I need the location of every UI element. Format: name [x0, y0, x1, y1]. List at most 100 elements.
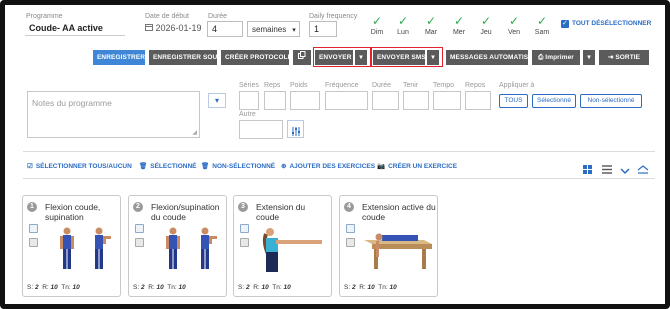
frequency-input[interactable] [325, 91, 368, 110]
plus-circle-icon: ⊕ [281, 163, 287, 170]
day-toggle-ven[interactable]: ✓ Ven [500, 15, 528, 36]
send-dropdown-button[interactable]: ▾ [355, 50, 367, 65]
check-icon: ✓ [480, 14, 492, 28]
notes-textarea[interactable]: Notes du programme ◢ [27, 91, 200, 138]
trash-icon: 🗑 [139, 163, 148, 170]
day-toggle-mar[interactable]: ✓ Mar [417, 15, 445, 36]
apply-to-label: Appliquer à [499, 82, 535, 89]
add-note-icon[interactable] [240, 224, 249, 233]
check-icon: ✓ [397, 14, 409, 28]
trash-icon[interactable] [240, 238, 249, 247]
weight-input[interactable] [290, 91, 320, 110]
day-label: Lun [397, 29, 409, 36]
copy-button[interactable] [293, 50, 311, 65]
exercise-card[interactable]: 2 Flexion/supination du coude S: 2 R: 10… [128, 195, 227, 297]
select-all-label: SÉLECTIONNER TOUS/AUCUN [35, 163, 132, 170]
start-date-field[interactable]: 2026-01-19 [145, 23, 202, 33]
exercise-card[interactable]: 1 Flexion coude, supination S: 2 R: 10 T… [22, 195, 121, 297]
exit-button[interactable]: ⇥ SORTIE [599, 50, 649, 65]
save-as-button[interactable]: ENREGISTRER SOUS [149, 50, 222, 65]
create-exercise-label: CRÉER UN EXERCICE [388, 163, 458, 170]
sliders-icon [291, 124, 301, 142]
auto-messages-button[interactable]: MESSAGES AUTOMATISÉS [446, 50, 537, 65]
daily-frequency-input[interactable]: 1 [309, 21, 337, 37]
duration-input[interactable]: 4 [207, 21, 243, 37]
duration-unit-select[interactable]: semaines ▾ [247, 21, 300, 37]
grid-view-icon[interactable] [583, 161, 592, 179]
reps-input[interactable] [264, 91, 286, 110]
app-frame: Programme Coude- AA active Date de début… [0, 0, 670, 309]
exit-icon: ⇥ [607, 54, 614, 61]
deselect-all-checkbox[interactable] [561, 19, 569, 28]
day-toggle-jeu[interactable]: ✓ Jeu [472, 15, 500, 36]
print-button[interactable]: ⎙ Imprimer [532, 50, 580, 65]
exercise-illustration [364, 233, 432, 269]
apply-all-button[interactable]: TOUS [499, 94, 528, 108]
create-protocol-button[interactable]: CRÉER PROTOCOLE [221, 50, 292, 65]
add-exercises-label: AJOUTER DES EXERCICES [289, 163, 376, 170]
selected-label: SÉLECTIONNÉ [150, 163, 197, 170]
apply-not-selected-button[interactable]: Non-sélectionné [580, 94, 642, 108]
exercise-card[interactable]: 4 Extension active du coude S: 2 R: 10 T… [339, 195, 438, 297]
notes-placeholder: Notes du programme [32, 98, 112, 108]
selected-filter-link[interactable]: 🗑 SÉLECTIONNÉ [139, 162, 197, 170]
exercise-number-badge: 4 [344, 202, 354, 212]
day-label: Mar [424, 29, 438, 36]
trash-icon[interactable] [135, 238, 144, 247]
exercise-illustration [166, 227, 217, 269]
chevron-down-icon: ▾ [431, 54, 435, 61]
send-button[interactable]: ENVOYER [315, 50, 353, 65]
other-input[interactable] [239, 120, 283, 139]
deselect-all-label[interactable]: TOUT DÉSÉLECTIONNER [572, 20, 651, 27]
param-label-duration: Durée [372, 82, 392, 89]
collapse-icon[interactable] [637, 161, 649, 179]
day-toggle-dim[interactable]: ✓ Dim [363, 15, 391, 36]
param-label-other: Autre [239, 111, 256, 118]
not-selected-filter-link[interactable]: 🗑 NON-SÉLECTIONNÉ [201, 162, 275, 170]
checklist-icon: ☑ [27, 163, 33, 170]
create-exercise-link[interactable]: 📷 CRÉER UN EXERCICE [377, 162, 457, 170]
program-label: Programme [26, 13, 63, 20]
select-all-none-link[interactable]: ☑ SÉLECTIONNER TOUS/AUCUN [27, 162, 132, 170]
trash-icon[interactable] [346, 238, 355, 247]
apply-selected-button[interactable]: Sélectionné [532, 94, 576, 108]
advanced-params-button[interactable] [287, 120, 304, 138]
check-icon: ✓ [453, 14, 465, 28]
send-sms-dropdown-button[interactable]: ▾ [427, 50, 439, 65]
sets-input[interactable] [239, 91, 259, 110]
add-exercises-link[interactable]: ⊕ AJOUTER DES EXERCICES [281, 162, 375, 170]
exercise-card[interactable]: 3 Extension du coude S: 2 R: 10 Tn: 10 [233, 195, 332, 297]
duration-label: Durée [208, 13, 228, 20]
start-date-label: Date de début [145, 13, 189, 20]
exercise-illustration [60, 227, 111, 269]
day-toggle-mer[interactable]: ✓ Mer [445, 15, 473, 36]
add-note-icon[interactable] [135, 224, 144, 233]
day-toggle-lun[interactable]: ✓ Lun [389, 15, 417, 36]
program-name-field[interactable]: Coude- AA active [25, 21, 125, 36]
duration-unit-value: semaines [252, 25, 287, 34]
exercise-title: Flexion coude, supination [45, 202, 101, 222]
day-label: Jeu [480, 29, 492, 36]
trash-icon[interactable] [29, 238, 38, 247]
chevron-down-icon: ▾ [359, 54, 363, 61]
add-note-icon[interactable] [29, 224, 38, 233]
print-label: Imprimer [545, 54, 574, 61]
exercise-illustration [262, 228, 322, 272]
trash-icon: 🗑 [201, 163, 210, 170]
resize-handle-icon[interactable]: ◢ [192, 129, 197, 136]
save-button[interactable]: ENREGISTRER [93, 50, 145, 65]
exercise-stats: S: 2 R: 10 Tn: 10 [344, 284, 397, 291]
tempo-input[interactable] [433, 91, 461, 110]
param-label-series: Séries [239, 82, 259, 89]
print-dropdown-button[interactable]: ▾ [583, 50, 595, 65]
send-sms-button[interactable]: ENVOYER SMS [373, 50, 426, 65]
printer-icon: ⎙ [538, 54, 544, 61]
duration-param-input[interactable] [372, 91, 399, 110]
notes-dropdown-button[interactable]: ▾ [208, 93, 226, 108]
add-note-icon[interactable] [346, 224, 355, 233]
check-icon: ✓ [425, 14, 437, 28]
day-toggle-sam[interactable]: ✓ Sam [528, 15, 556, 36]
rest-input[interactable] [465, 91, 491, 110]
hold-input[interactable] [403, 91, 429, 110]
list-view-icon[interactable] [602, 161, 612, 179]
